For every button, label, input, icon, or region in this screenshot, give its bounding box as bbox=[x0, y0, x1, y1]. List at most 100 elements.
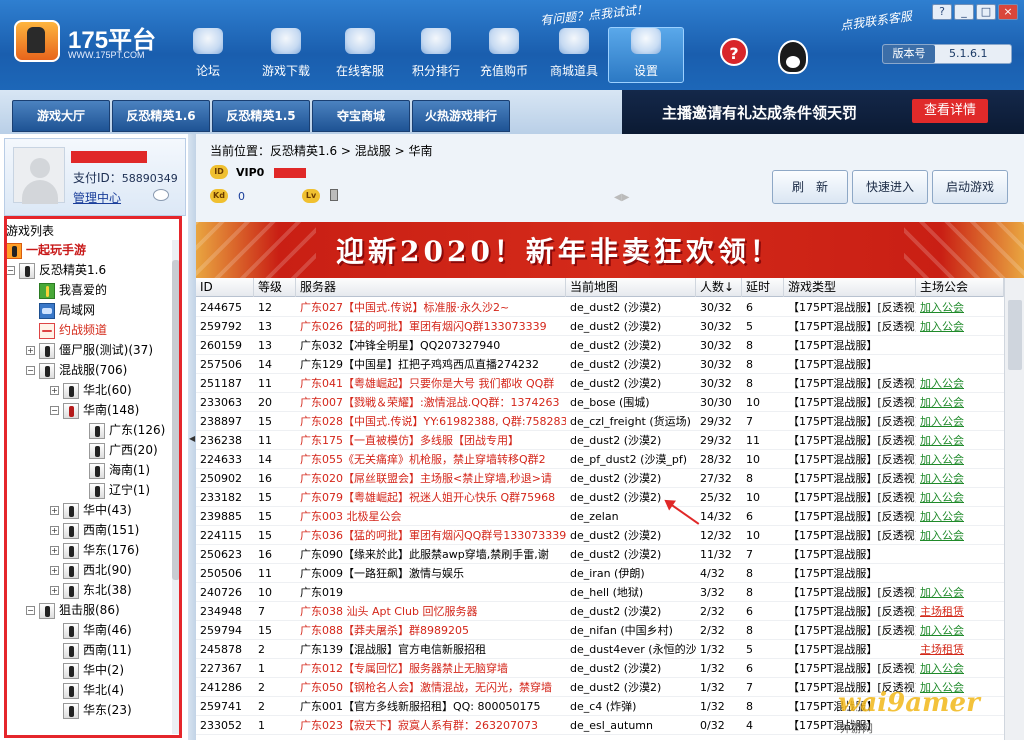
tree-node[interactable]: 约战频道 bbox=[39, 320, 107, 340]
col-guild-cell[interactable]: 加入公会 bbox=[916, 659, 1004, 678]
tree-node[interactable]: 海南(1) bbox=[89, 460, 150, 480]
tree-node[interactable]: 华中(2) bbox=[63, 660, 124, 680]
col-guild-cell[interactable]: 加入公会 bbox=[916, 450, 1004, 469]
nav-download[interactable]: 游戏下载 bbox=[248, 28, 324, 84]
col-players-header[interactable]: 人数↓ bbox=[696, 278, 742, 297]
tab-shop[interactable]: 夺宝商城 bbox=[312, 100, 410, 132]
table-row[interactable]: 233052 1 广东023【寂天下】寂寞人系有群：263207073 de_esl_… bbox=[196, 716, 1004, 735]
tree-node[interactable]: 辽宁(1) bbox=[89, 480, 150, 500]
expand-icon[interactable]: + bbox=[50, 526, 59, 535]
tree-node[interactable]: 西南(11) bbox=[63, 640, 132, 660]
expand-icon[interactable]: + bbox=[50, 546, 59, 555]
table-scrollbar[interactable] bbox=[1004, 278, 1024, 740]
table-row[interactable]: 236238 11 广东175【一直被模仿】多线服【团战专用】 de_dust2 (沙… bbox=[196, 431, 1004, 450]
tree-node[interactable]: + 华北(60) bbox=[50, 380, 132, 400]
qq-icon[interactable] bbox=[778, 40, 808, 74]
refresh-button[interactable]: 刷 新 bbox=[772, 170, 848, 204]
nav-forum[interactable]: 论坛 bbox=[170, 28, 246, 84]
tree-node[interactable]: 华东(23) bbox=[63, 700, 132, 720]
table-row[interactable]: 250902 16 广东020【屌丝联盟会】主场服<禁止穿墙,秒退>请 de_dust… bbox=[196, 469, 1004, 488]
tree-scrollbar[interactable] bbox=[172, 240, 180, 734]
maximize-button[interactable]: □ bbox=[976, 4, 996, 20]
col-guild-cell[interactable]: 主场租赁 bbox=[916, 602, 1004, 621]
collapse-arrow-icon[interactable]: ◀ bbox=[189, 434, 195, 443]
tree-node[interactable]: + 僵尸服(测试)(37) bbox=[26, 340, 153, 360]
col-guild-cell[interactable]: 加入公会 bbox=[916, 412, 1004, 431]
table-row[interactable]: 250623 16 广东090【缘来於此】此服禁awp穿墙,禁刷手雷,谢 de_dus… bbox=[196, 545, 1004, 564]
nav-support[interactable]: 在线客服 bbox=[322, 28, 398, 84]
col-type-header[interactable]: 游戏类型 bbox=[784, 278, 916, 297]
table-row[interactable]: 227367 1 广东012【专属回忆】服务器禁止无脑穿墙 de_dust2 (沙漠2… bbox=[196, 659, 1004, 678]
table-row[interactable]: 245878 2 广东139【混战服】官方电信新服招租 de_dust4ever (永… bbox=[196, 640, 1004, 659]
collapse-icon[interactable]: − bbox=[26, 606, 35, 615]
tree-node[interactable]: 广西(20) bbox=[89, 440, 158, 460]
col-guild-cell[interactable]: 加入公会 bbox=[916, 507, 1004, 526]
chat-icon[interactable] bbox=[153, 189, 169, 201]
col-id-header[interactable]: ID bbox=[196, 278, 254, 297]
col-guild-cell[interactable]: 加入公会 bbox=[916, 488, 1004, 507]
tree-node[interactable]: 华南(46) bbox=[63, 620, 132, 640]
tab-cs16[interactable]: 反恐精英1.6 bbox=[112, 100, 210, 132]
expand-icon[interactable]: + bbox=[50, 506, 59, 515]
col-guild-cell[interactable]: 主场租赁 bbox=[916, 640, 1004, 659]
tree-node[interactable]: − 华南(148) bbox=[50, 400, 139, 420]
table-row[interactable]: 233182 15 广东079【粤雄崛起】祝迷人姐开心快乐 Q群75968 de_du… bbox=[196, 488, 1004, 507]
tree-node[interactable]: 我喜爱的 bbox=[39, 280, 107, 300]
table-row[interactable]: 224115 15 广东036【猛的呵批】軍团有烟闪QQ群号133073339 de_… bbox=[196, 526, 1004, 545]
avatar[interactable] bbox=[13, 147, 65, 204]
table-row[interactable]: 260159 13 广东032【冲锋全明星】QQ207327940 de_dust2 … bbox=[196, 336, 1004, 355]
top-banner[interactable]: 主播邀请有礼达成条件领天罚 查看详情 bbox=[622, 90, 1024, 134]
tree-node[interactable]: + 东北(38) bbox=[50, 580, 132, 600]
col-guild-cell[interactable]: 加入公会 bbox=[916, 298, 1004, 317]
tab-cs15[interactable]: 反恐精英1.5 bbox=[212, 100, 310, 132]
table-row[interactable]: 259792 13 广东026【猛的呵批】軍团有烟闪Q群133073339 de_du… bbox=[196, 317, 1004, 336]
tree-node[interactable]: − 反恐精英1.6 bbox=[6, 260, 106, 280]
tab-lobby[interactable]: 游戏大厅 bbox=[12, 100, 110, 132]
table-row[interactable]: 251187 11 广东041【粤雄崛起】只要你是大号 我们都收 QQ群 de_dus… bbox=[196, 374, 1004, 393]
expand-icon[interactable]: + bbox=[50, 386, 59, 395]
expand-icon[interactable]: + bbox=[50, 566, 59, 575]
help-icon[interactable]: ? bbox=[720, 38, 748, 66]
promo-banner[interactable]: 迎新2020！新年非卖狂欢领！ bbox=[196, 222, 1024, 278]
col-guild-header[interactable]: 主场公会 bbox=[916, 278, 1004, 297]
col-guild-cell[interactable]: 加入公会 bbox=[916, 621, 1004, 640]
tree-node[interactable]: 广东(126) bbox=[89, 420, 165, 440]
col-guild-cell[interactable]: 加入公会 bbox=[916, 374, 1004, 393]
col-guild-cell[interactable]: 加入公会 bbox=[916, 526, 1004, 545]
col-level-header[interactable]: 等级 bbox=[254, 278, 296, 297]
expand-icon[interactable]: + bbox=[50, 586, 59, 595]
tree-node[interactable]: − 狙击服(86) bbox=[26, 600, 120, 620]
tab-ranking[interactable]: 火热游戏排行 bbox=[412, 100, 510, 132]
tree-node[interactable]: 局域网 bbox=[39, 300, 95, 320]
collapse-icon[interactable]: − bbox=[50, 406, 59, 415]
quick-enter-button[interactable]: 快速进入 bbox=[852, 170, 928, 204]
view-details-button[interactable]: 查看详情 bbox=[912, 99, 988, 123]
col-guild-cell[interactable]: 加入公会 bbox=[916, 583, 1004, 602]
tree-scroll-thumb[interactable] bbox=[172, 260, 180, 580]
help-button[interactable]: ? bbox=[932, 4, 952, 20]
table-scroll-thumb[interactable] bbox=[1008, 300, 1022, 370]
table-row[interactable]: 233063 20 广东007【戮戦＆荣耀】:激情混战.QQ群：1374263 de_… bbox=[196, 393, 1004, 412]
launch-game-button[interactable]: 启动游戏 bbox=[932, 170, 1008, 204]
panel-splitter[interactable]: ◀ bbox=[188, 134, 196, 740]
table-row[interactable]: 234948 7 广东038 汕头 Apt Club 回忆服务器 de_dust2 (… bbox=[196, 602, 1004, 621]
table-row[interactable]: 239885 15 广东003 北极星公会 de_zelan 14/32 6 【175PT混… bbox=[196, 507, 1004, 526]
expand-icon[interactable]: + bbox=[26, 346, 35, 355]
table-row[interactable]: 259794 15 广东088【莽夫屠杀】群8989205 de_nifan (中国乡… bbox=[196, 621, 1004, 640]
nav-star[interactable]: 积分排行 bbox=[398, 28, 474, 84]
table-row[interactable]: 238897 15 广东028【中国式.传说】YY:61982388, Q群:758… bbox=[196, 412, 1004, 431]
pager-arrows-icon[interactable]: ◀▶ bbox=[614, 192, 629, 203]
col-map-header[interactable]: 当前地图 bbox=[566, 278, 696, 297]
col-guild-cell[interactable]: 加入公会 bbox=[916, 431, 1004, 450]
col-guild-cell[interactable]: 加入公会 bbox=[916, 469, 1004, 488]
tree-node[interactable]: 一起玩手游 bbox=[6, 240, 86, 260]
collapse-icon[interactable]: − bbox=[6, 266, 15, 275]
col-server-header[interactable]: 服务器 bbox=[296, 278, 566, 297]
tree-node[interactable]: + 华东(176) bbox=[50, 540, 139, 560]
col-guild-cell[interactable]: 加入公会 bbox=[916, 317, 1004, 336]
table-row[interactable]: 240726 10 广东019 de_hell (地狱) 3/32 8 【175PT混战服】… bbox=[196, 583, 1004, 602]
collapse-icon[interactable]: − bbox=[26, 366, 35, 375]
nav-gear[interactable]: 设置 bbox=[608, 27, 684, 83]
minimize-button[interactable]: _ bbox=[954, 4, 974, 20]
tree-node[interactable]: + 西南(151) bbox=[50, 520, 139, 540]
